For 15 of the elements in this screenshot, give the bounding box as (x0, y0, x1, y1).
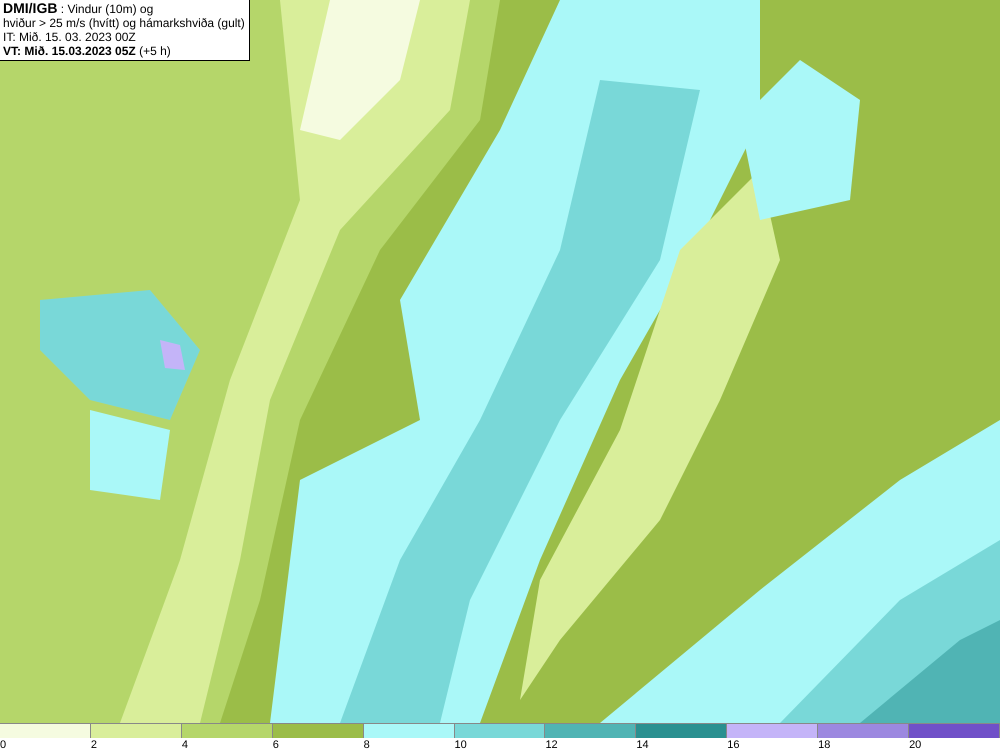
legend-tick-label: 2 (90, 738, 98, 753)
legend-tick-label: 16 (727, 738, 740, 753)
legend-tick-label: 12 (545, 738, 558, 753)
legend-tick-label: 10 (454, 738, 467, 753)
legend-tick-label: 4 (182, 738, 188, 753)
valid-time: VT: Mið. 15.03.2023 05Z (+5 h) (3, 44, 172, 58)
legend-tick-label: 14 (636, 738, 649, 753)
legend-tick-label: 20 (909, 738, 922, 753)
legend-tick-label: 0 (0, 738, 6, 753)
legend-tick-label: 8 (364, 738, 370, 753)
chart-subtitle: hviður > 25 m/s (hvítt) og hámarkshviða (gult) (3, 16, 245, 30)
legend-tick-label: 6 (272, 738, 279, 753)
legend-tick-label: 18 (818, 738, 830, 753)
chart-title: DMI/IGB : Vindur (10m) og (3, 1, 154, 16)
initial-time: IT: Mið. 15. 03. 2023 00Z (3, 30, 137, 44)
